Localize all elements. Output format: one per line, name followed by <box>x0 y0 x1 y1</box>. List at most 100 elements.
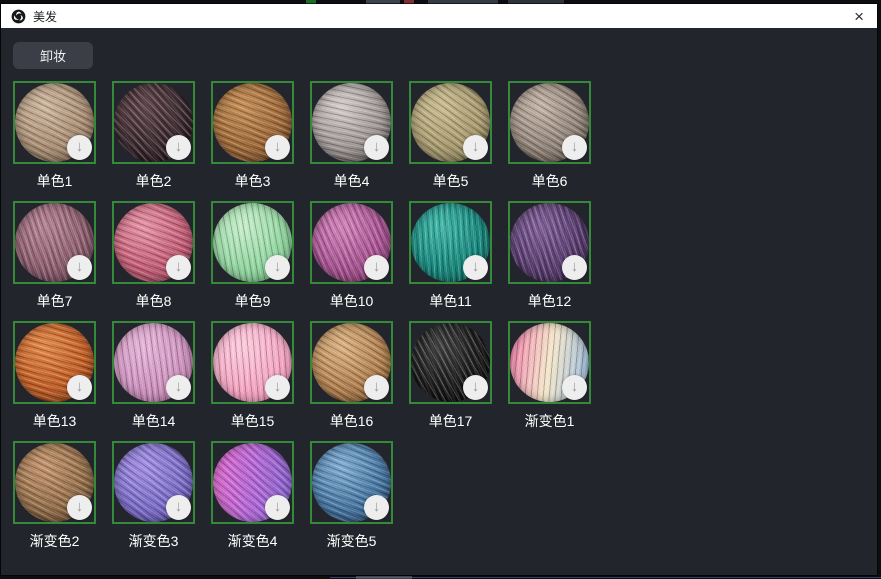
download-arrow-glyph: ↓ <box>472 379 480 394</box>
hair-swatch-cell: ↓ 单色14 <box>112 321 195 431</box>
hair-swatch-cell: ↓ 渐变色3 <box>112 441 195 551</box>
download-icon[interactable]: ↓ <box>463 375 488 400</box>
hair-swatch-label: 单色6 <box>508 171 591 191</box>
hair-swatch-cell: ↓ 渐变色2 <box>13 441 96 551</box>
download-arrow-glyph: ↓ <box>373 499 381 514</box>
download-icon[interactable]: ↓ <box>265 255 290 280</box>
hair-swatch-cell: ↓单色1 <box>13 81 96 191</box>
hair-swatch[interactable]: ↓ <box>211 441 294 524</box>
download-arrow-glyph: ↓ <box>571 379 579 394</box>
hair-swatch-cell: ↓ 单色15 <box>211 321 294 431</box>
hair-swatch-cell: ↓单色2 <box>112 81 195 191</box>
hair-swatch-label: 单色16 <box>310 411 393 431</box>
hair-swatch-label: 单色14 <box>112 411 195 431</box>
hair-swatch-cell: ↓ 单色13 <box>13 321 96 431</box>
download-arrow-glyph: ↓ <box>571 259 579 274</box>
hair-swatch-cell: ↓ 单色5 <box>409 81 492 191</box>
hair-swatch[interactable]: ↓ <box>310 441 393 524</box>
hair-swatch[interactable]: ↓ <box>508 81 591 164</box>
hair-swatch-label: 渐变色5 <box>310 531 393 551</box>
hair-swatch-label: 渐变色2 <box>13 531 96 551</box>
hair-swatch-cell: ↓ 单色9 <box>211 201 294 311</box>
download-arrow-glyph: ↓ <box>274 379 282 394</box>
download-icon[interactable]: ↓ <box>67 375 92 400</box>
download-arrow-glyph: ↓ <box>76 499 84 514</box>
hair-swatch[interactable]: ↓ <box>13 81 96 164</box>
hair-swatch[interactable]: ↓ <box>13 441 96 524</box>
hair-swatch-label: 渐变色4 <box>211 531 294 551</box>
download-icon[interactable]: ↓ <box>364 255 389 280</box>
hair-swatch-label: 单色13 <box>13 411 96 431</box>
download-arrow-glyph: ↓ <box>571 139 579 154</box>
download-arrow-glyph: ↓ <box>373 139 381 154</box>
hair-swatch[interactable]: ↓ <box>310 201 393 284</box>
hair-swatch[interactable]: ↓ <box>112 441 195 524</box>
download-arrow-glyph: ↓ <box>175 499 183 514</box>
download-icon[interactable]: ↓ <box>562 375 587 400</box>
hair-swatch[interactable]: ↓ <box>508 201 591 284</box>
hair-swatch-label: 渐变色3 <box>112 531 195 551</box>
download-icon[interactable]: ↓ <box>364 495 389 520</box>
hair-swatch-label: 单色9 <box>211 291 294 311</box>
hair-swatch-cell: ↓单色8 <box>112 201 195 311</box>
hair-swatch[interactable]: ↓ <box>211 321 294 404</box>
download-icon[interactable]: ↓ <box>67 255 92 280</box>
download-icon[interactable]: ↓ <box>265 375 290 400</box>
hair-swatch-label: 渐变色1 <box>508 411 591 431</box>
hair-swatch[interactable]: ↓ <box>409 321 492 404</box>
download-arrow-glyph: ↓ <box>472 139 480 154</box>
dialog-title: 美发 <box>33 8 57 25</box>
hair-swatch-label: 单色17 <box>409 411 492 431</box>
hair-swatch[interactable]: ↓ <box>211 81 294 164</box>
download-icon[interactable]: ↓ <box>67 495 92 520</box>
download-icon[interactable]: ↓ <box>166 255 191 280</box>
download-icon[interactable]: ↓ <box>265 135 290 160</box>
hair-swatch-label: 单色5 <box>409 171 492 191</box>
download-icon[interactable]: ↓ <box>364 375 389 400</box>
hair-swatch-cell: ↓ 渐变色4 <box>211 441 294 551</box>
hair-swatch-cell: ↓ 渐变色1 <box>508 321 591 431</box>
hair-swatch[interactable]: ↓ <box>409 81 492 164</box>
background-sliver-bottom-line <box>330 577 881 578</box>
download-icon[interactable]: ↓ <box>562 135 587 160</box>
dialog-content: 卸妆 ↓单色1↓单色2↓单色3↓单色4↓单色5↓单色6↓单色7↓单色8↓单色9↓… <box>1 28 877 575</box>
hair-swatch-cell: ↓单色10 <box>310 201 393 311</box>
hair-swatch-cell: ↓单色4 <box>310 81 393 191</box>
download-icon[interactable]: ↓ <box>166 135 191 160</box>
download-icon[interactable]: ↓ <box>364 135 389 160</box>
hair-swatch[interactable]: ↓ <box>310 321 393 404</box>
close-button[interactable]: × <box>851 8 867 25</box>
dialog-titlebar[interactable]: 美发 × <box>1 4 877 28</box>
download-arrow-glyph: ↓ <box>274 259 282 274</box>
hair-swatch[interactable]: ↓ <box>112 321 195 404</box>
download-icon[interactable]: ↓ <box>562 255 587 280</box>
hair-swatch[interactable]: ↓ <box>13 321 96 404</box>
hair-swatch[interactable]: ↓ <box>409 201 492 284</box>
download-arrow-glyph: ↓ <box>175 259 183 274</box>
hair-swatch-cell: ↓单色11 <box>409 201 492 311</box>
hair-swatch-label: 单色15 <box>211 411 294 431</box>
download-icon[interactable]: ↓ <box>67 135 92 160</box>
hair-swatch-cell: ↓ 渐变色5 <box>310 441 393 551</box>
download-icon[interactable]: ↓ <box>463 255 488 280</box>
hair-swatch-cell: ↓单色12 <box>508 201 591 311</box>
remove-makeup-button[interactable]: 卸妆 <box>13 42 93 69</box>
hair-swatch[interactable]: ↓ <box>112 81 195 164</box>
hair-swatch[interactable]: ↓ <box>310 81 393 164</box>
hair-style-dialog: 美发 × 卸妆 ↓单色1↓单色2↓单色3↓单色4↓单色5↓单色6↓单色7↓单色8… <box>1 4 877 575</box>
download-arrow-glyph: ↓ <box>274 499 282 514</box>
download-icon[interactable]: ↓ <box>265 495 290 520</box>
download-icon[interactable]: ↓ <box>166 375 191 400</box>
hair-swatch-cell: ↓ 单色7 <box>13 201 96 311</box>
download-icon[interactable]: ↓ <box>166 495 191 520</box>
hair-color-grid: ↓单色1↓单色2↓单色3↓单色4↓单色5↓单色6↓单色7↓单色8↓单色9↓单色1… <box>13 81 613 561</box>
download-arrow-glyph: ↓ <box>274 139 282 154</box>
hair-swatch[interactable]: ↓ <box>112 201 195 284</box>
download-icon[interactable]: ↓ <box>463 135 488 160</box>
hair-swatch-cell: ↓ 单色6 <box>508 81 591 191</box>
hair-swatch-label: 单色3 <box>211 171 294 191</box>
hair-swatch[interactable]: ↓ <box>211 201 294 284</box>
hair-swatch[interactable]: ↓ <box>13 201 96 284</box>
hair-swatch-label: 单色7 <box>13 291 96 311</box>
hair-swatch[interactable]: ↓ <box>508 321 591 404</box>
